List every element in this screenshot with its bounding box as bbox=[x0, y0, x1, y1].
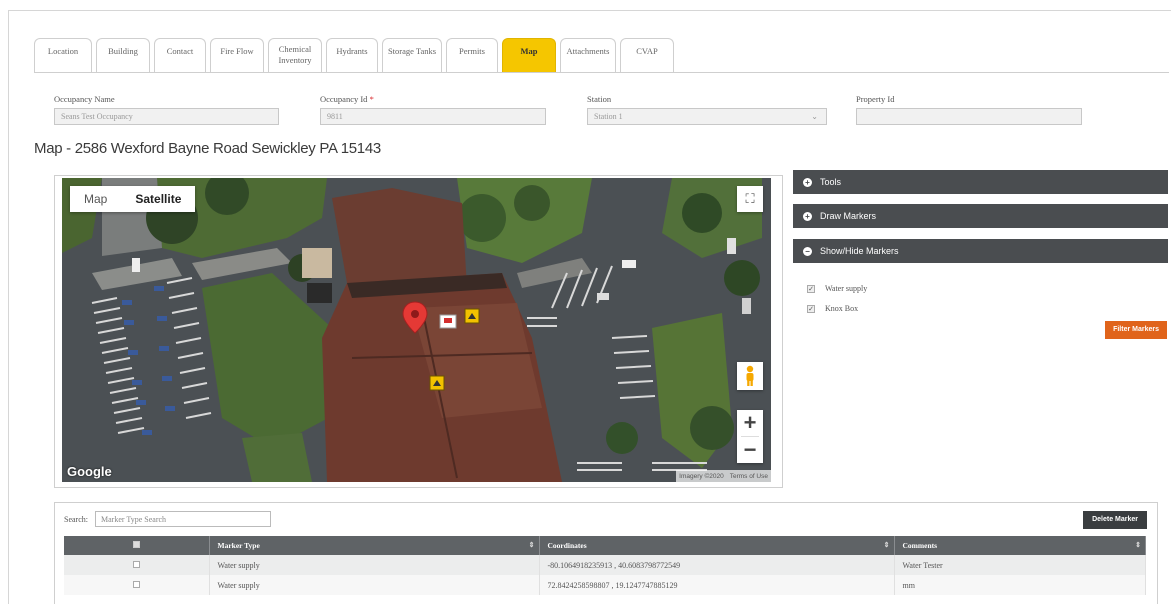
tab-hydrants[interactable]: Hydrants bbox=[326, 38, 378, 73]
delete-marker-button[interactable]: Delete Marker bbox=[1083, 511, 1147, 529]
station-value: Station 1 bbox=[594, 112, 623, 121]
accordion-show-hide-markers[interactable]: − Show/Hide Markers bbox=[793, 239, 1168, 263]
property-id-input[interactable] bbox=[856, 108, 1082, 125]
map-title: Map - 2586 Wexford Bayne Road Sewickley … bbox=[34, 140, 381, 157]
accordion-draw-markers[interactable]: + Draw Markers bbox=[793, 204, 1168, 228]
required-mark: * bbox=[369, 94, 374, 104]
marker-filter-label: Water supply bbox=[825, 284, 868, 293]
tab-permits[interactable]: Permits bbox=[446, 38, 498, 73]
tab-attachments[interactable]: Attachments bbox=[560, 38, 616, 73]
column-coordinates[interactable]: Coordinates ⇕ bbox=[539, 536, 895, 555]
tab-building[interactable]: Building bbox=[96, 38, 150, 73]
station-select[interactable]: Station 1 ⌄ bbox=[587, 108, 827, 125]
row-select-cell bbox=[64, 575, 210, 595]
table-row[interactable]: Water supply 72.8424258598807 , 19.12477… bbox=[64, 575, 1146, 595]
marker-filter-water-supply[interactable]: ✓ Water supply bbox=[807, 284, 867, 293]
column-label: Marker Type bbox=[217, 541, 260, 550]
checkbox-checked-icon[interactable]: ✓ bbox=[807, 284, 815, 293]
row-select-cell bbox=[64, 555, 210, 575]
row-checkbox[interactable] bbox=[132, 560, 140, 568]
occupancy-id-label: Occupancy Id * bbox=[320, 94, 546, 104]
tab-contact[interactable]: Contact bbox=[154, 38, 206, 73]
tab-cvap[interactable]: CVAP bbox=[620, 38, 674, 73]
occupancy-name-input[interactable]: Seans Test Occupancy bbox=[54, 108, 279, 125]
minus-circle-icon: − bbox=[803, 246, 812, 256]
street-view-icon bbox=[746, 365, 754, 386]
tab-map[interactable]: Map bbox=[502, 38, 556, 73]
accordion-tools[interactable]: + Tools bbox=[793, 170, 1168, 194]
chevron-down-icon: ⌄ bbox=[811, 112, 818, 121]
hazard-marker-icon-2 bbox=[429, 375, 445, 391]
select-all-header[interactable] bbox=[64, 536, 210, 555]
map-type-satellite-button[interactable]: Satellite bbox=[121, 186, 195, 212]
map-view[interactable]: Map Satellite ⛶ + − Google Imagery ©2020… bbox=[62, 178, 771, 482]
tab-location[interactable]: Location bbox=[34, 38, 92, 73]
zoom-control: + − bbox=[737, 410, 763, 463]
property-id-field: Property Id bbox=[856, 94, 1082, 125]
marker-filter-label: Knox Box bbox=[825, 304, 859, 313]
plus-circle-icon: + bbox=[803, 177, 812, 187]
plus-circle-icon: + bbox=[803, 211, 812, 221]
occupancy-id-label-text: Occupancy Id bbox=[320, 94, 368, 104]
select-all-checkbox[interactable] bbox=[132, 541, 140, 548]
tabs-divider bbox=[34, 72, 1169, 73]
table-row[interactable]: Water supply -80.1064918235913 , 40.6083… bbox=[64, 555, 1146, 575]
search-label: Search: bbox=[64, 515, 88, 524]
markers-table: Marker Type ⇕ Coordinates ⇕ Comments ⇕ Wate… bbox=[64, 536, 1146, 595]
satellite-imagery bbox=[62, 178, 771, 482]
sort-icon: ⇕ bbox=[1135, 541, 1141, 549]
accordion-show-hide-markers-label: Show/Hide Markers bbox=[820, 246, 899, 256]
terms-of-use-link[interactable]: Terms of Use bbox=[730, 473, 768, 480]
checkbox-checked-icon[interactable]: ✓ bbox=[807, 304, 815, 313]
imagery-credit: Imagery ©2020 bbox=[679, 472, 724, 480]
sort-icon: ⇕ bbox=[883, 541, 890, 549]
sort-icon: ⇕ bbox=[528, 541, 535, 549]
accordion-draw-markers-label: Draw Markers bbox=[820, 211, 877, 221]
zoom-in-icon[interactable]: + bbox=[737, 410, 763, 436]
column-label: Comments bbox=[902, 541, 938, 550]
comments-cell: mm bbox=[894, 575, 1146, 595]
property-id-label: Property Id bbox=[856, 94, 895, 104]
tab-bar: Location Building Contact Fire Flow Chem… bbox=[34, 38, 674, 73]
occupancy-id-field: Occupancy Id * 9811 bbox=[320, 94, 546, 125]
map-type-toggle: Map Satellite bbox=[70, 186, 196, 212]
pegman-icon[interactable] bbox=[737, 362, 763, 390]
map-type-map-button[interactable]: Map bbox=[70, 186, 121, 212]
station-label: Station bbox=[587, 94, 612, 104]
hazard-marker-icon bbox=[464, 308, 480, 324]
table-header-row: Marker Type ⇕ Coordinates ⇕ Comments ⇕ bbox=[64, 536, 1146, 555]
occupancy-name-field: Occupancy Name Seans Test Occupancy bbox=[54, 94, 279, 125]
occupancy-name-label: Occupancy Name bbox=[54, 94, 115, 104]
fullscreen-icon[interactable]: ⛶ bbox=[737, 186, 763, 212]
google-logo: Google bbox=[67, 464, 112, 479]
coordinates-cell: 72.8424258598807 , 19.1247747885129 bbox=[539, 575, 895, 595]
station-field: Station Station 1 ⌄ bbox=[587, 94, 827, 125]
accordion-tools-label: Tools bbox=[820, 177, 842, 187]
map-attribution: Imagery ©2020 Terms of Use bbox=[676, 470, 771, 482]
zoom-out-icon[interactable]: − bbox=[737, 437, 763, 463]
tab-storage-tanks[interactable]: Storage Tanks bbox=[382, 38, 442, 73]
marker-type-cell: Water supply bbox=[209, 575, 540, 595]
show-hide-markers-panel: ✓ Water supply ✓ Knox Box Filter Markers bbox=[793, 264, 1168, 344]
knox-box-marker-icon bbox=[439, 314, 457, 329]
occupancy-id-input[interactable]: 9811 bbox=[320, 108, 546, 125]
tab-chemical-inventory[interactable]: Chemical Inventory bbox=[268, 38, 322, 73]
marker-type-cell: Water supply bbox=[209, 555, 540, 575]
coordinates-cell: -80.1064918235913 , 40.6083798772549 bbox=[539, 555, 895, 575]
comments-cell: Water Tester bbox=[894, 555, 1146, 575]
marker-type-search-input[interactable] bbox=[95, 511, 271, 527]
marker-filter-knox-box[interactable]: ✓ Knox Box bbox=[807, 304, 858, 313]
row-checkbox[interactable] bbox=[132, 580, 140, 588]
column-comments[interactable]: Comments ⇕ bbox=[894, 536, 1146, 555]
markers-table-panel: Search: Delete Marker Marker Type ⇕ Coord… bbox=[54, 502, 1158, 604]
column-marker-type[interactable]: Marker Type ⇕ bbox=[209, 536, 540, 555]
column-label: Coordinates bbox=[547, 541, 587, 550]
tab-fire-flow[interactable]: Fire Flow bbox=[210, 38, 264, 73]
filter-markers-button[interactable]: Filter Markers bbox=[1105, 321, 1167, 339]
